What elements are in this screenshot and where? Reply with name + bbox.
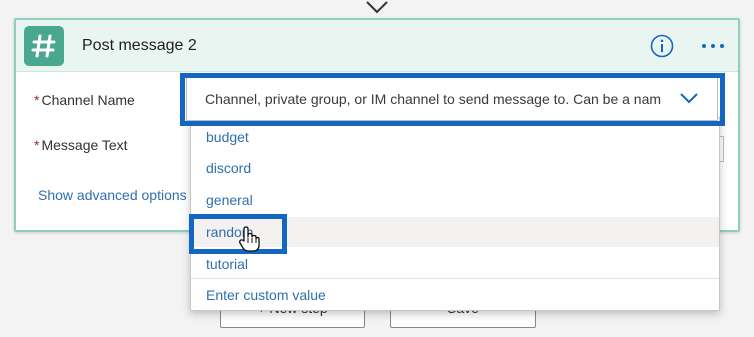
channel-name-label: * Channel Name <box>34 92 135 108</box>
required-marker: * <box>34 92 40 108</box>
arrow-down-icon <box>366 1 388 14</box>
channel-dropdown-highlight <box>180 73 725 126</box>
show-advanced-options-link[interactable]: Show advanced options <box>38 187 187 203</box>
required-marker: * <box>34 137 40 153</box>
dropdown-item-budget[interactable]: budget <box>191 122 719 152</box>
channel-name-label-text: Channel Name <box>41 92 135 108</box>
card-header[interactable]: Post message 2 <box>16 20 738 72</box>
message-text-label: * Message Text <box>34 137 128 153</box>
more-options-icon[interactable] <box>700 38 726 54</box>
dropdown-item-general[interactable]: general <box>191 185 719 215</box>
enter-custom-value-option[interactable]: Enter custom value <box>191 278 719 311</box>
message-text-label-text: Message Text <box>41 137 128 153</box>
info-icon[interactable] <box>650 34 674 58</box>
card-title: Post message 2 <box>82 37 197 54</box>
slack-icon <box>24 26 64 66</box>
hand-cursor-icon <box>239 226 260 252</box>
dropdown-item-discord[interactable]: discord <box>191 153 719 183</box>
